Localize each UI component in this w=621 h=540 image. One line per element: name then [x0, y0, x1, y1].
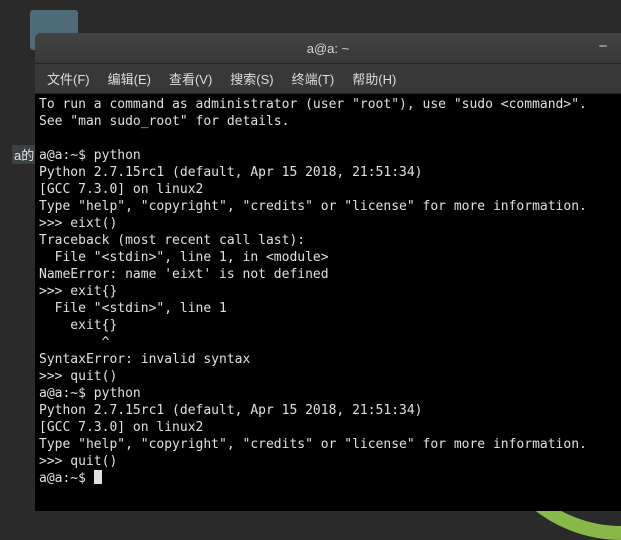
desktop-label: a的 [12, 145, 36, 164]
terminal-line: a@a:~$ python [39, 148, 141, 163]
menu-view[interactable]: 查看(V) [161, 65, 220, 92]
terminal-line: >>> quit() [39, 369, 117, 384]
terminal-prompt: a@a:~$ [39, 471, 94, 486]
terminal-line: [GCC 7.3.0] on linux2 [39, 182, 203, 197]
terminal-line: [GCC 7.3.0] on linux2 [39, 420, 203, 435]
terminal-line: File "<stdin>", line 1 [39, 301, 227, 316]
menu-search[interactable]: 搜索(S) [222, 65, 281, 92]
terminal-line: Type "help", "copyright", "credits" or "… [39, 199, 587, 214]
minimize-button[interactable]: − [595, 41, 611, 57]
terminal-line: Python 2.7.15rc1 (default, Apr 15 2018, … [39, 403, 430, 418]
terminal-line: exit{} [39, 318, 117, 333]
terminal-output[interactable]: To run a command as administrator (user … [35, 94, 621, 511]
window-title: a@a: ~ [307, 41, 349, 56]
terminal-line: See "man sudo_root" for details. [39, 114, 289, 129]
terminal-line: SyntaxError: invalid syntax [39, 352, 250, 367]
terminal-line: To run a command as administrator (user … [39, 97, 587, 112]
terminal-line: a@a:~$ python [39, 386, 141, 401]
menu-help[interactable]: 帮助(H) [344, 65, 404, 92]
menu-edit[interactable]: 编辑(E) [100, 65, 159, 92]
terminal-line: >>> exit{} [39, 284, 117, 299]
terminal-line: >>> eixt() [39, 216, 117, 231]
terminal-line: Python 2.7.15rc1 (default, Apr 15 2018, … [39, 165, 430, 180]
terminal-line: Traceback (most recent call last): [39, 233, 305, 248]
cursor [94, 470, 102, 484]
menu-file[interactable]: 文件(F) [39, 65, 98, 92]
titlebar[interactable]: a@a: ~ − [35, 33, 621, 64]
menu-terminal[interactable]: 终端(T) [284, 65, 343, 92]
terminal-line: NameError: name 'eixt' is not defined [39, 267, 329, 282]
terminal-line: >>> quit() [39, 454, 117, 469]
terminal-window: a@a: ~ − 文件(F) 编辑(E) 查看(V) 搜索(S) 终端(T) 帮… [35, 33, 621, 511]
menubar: 文件(F) 编辑(E) 查看(V) 搜索(S) 终端(T) 帮助(H) [35, 64, 621, 94]
terminal-line: ^ [39, 335, 109, 350]
terminal-line: File "<stdin>", line 1, in <module> [39, 250, 329, 265]
terminal-line: Type "help", "copyright", "credits" or "… [39, 437, 587, 452]
